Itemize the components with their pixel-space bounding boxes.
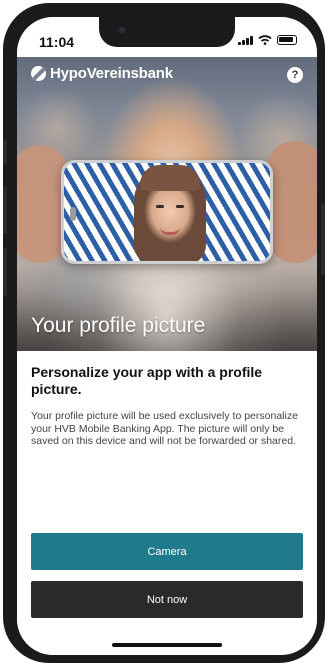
hero-phone-camera xyxy=(70,207,76,221)
page-title: Your profile picture xyxy=(31,314,206,337)
not-now-button[interactable]: Not now xyxy=(31,581,303,618)
signal-bar xyxy=(238,42,241,45)
app-screen: 11:04 HypoVereinsbank ? Your profile pic… xyxy=(17,17,317,655)
app-header: HypoVereinsbank ? xyxy=(17,63,317,87)
signal-bar xyxy=(242,40,245,45)
power-button xyxy=(321,203,325,275)
status-bar: 11:04 xyxy=(17,17,317,57)
phone-frame: 11:04 HypoVereinsbank ? Your profile pic… xyxy=(3,3,325,663)
hero-phone xyxy=(61,160,273,264)
home-indicator[interactable] xyxy=(112,643,222,647)
mute-switch xyxy=(3,139,7,165)
brand: HypoVereinsbank xyxy=(31,65,173,82)
subtitle: Personalize your app with a profile pict… xyxy=(31,364,263,397)
hero-smile xyxy=(160,227,180,235)
volume-up-button xyxy=(3,186,7,234)
hero-face xyxy=(134,165,206,261)
notch xyxy=(99,17,235,47)
content-panel: Personalize your app with a profile pict… xyxy=(17,351,317,655)
battery-icon xyxy=(277,35,297,45)
hero-eye-left xyxy=(156,205,164,208)
hero-hand-right xyxy=(267,141,317,263)
front-camera xyxy=(119,27,125,33)
signal-bar xyxy=(246,38,249,45)
help-icon[interactable]: ? xyxy=(287,67,303,83)
hero-hair xyxy=(140,165,200,191)
camera-button[interactable]: Camera xyxy=(31,533,303,570)
hero-eye-right xyxy=(176,205,184,208)
wifi-icon xyxy=(258,35,272,45)
volume-down-button xyxy=(3,248,7,296)
hvb-logo-icon xyxy=(31,66,46,81)
signal-bar xyxy=(250,36,253,45)
status-time: 11:04 xyxy=(39,34,75,50)
description: Your profile picture will be used exclus… xyxy=(31,410,298,447)
brand-name: HypoVereinsbank xyxy=(50,65,173,82)
status-icons xyxy=(238,35,297,45)
signal-icon xyxy=(238,35,253,45)
